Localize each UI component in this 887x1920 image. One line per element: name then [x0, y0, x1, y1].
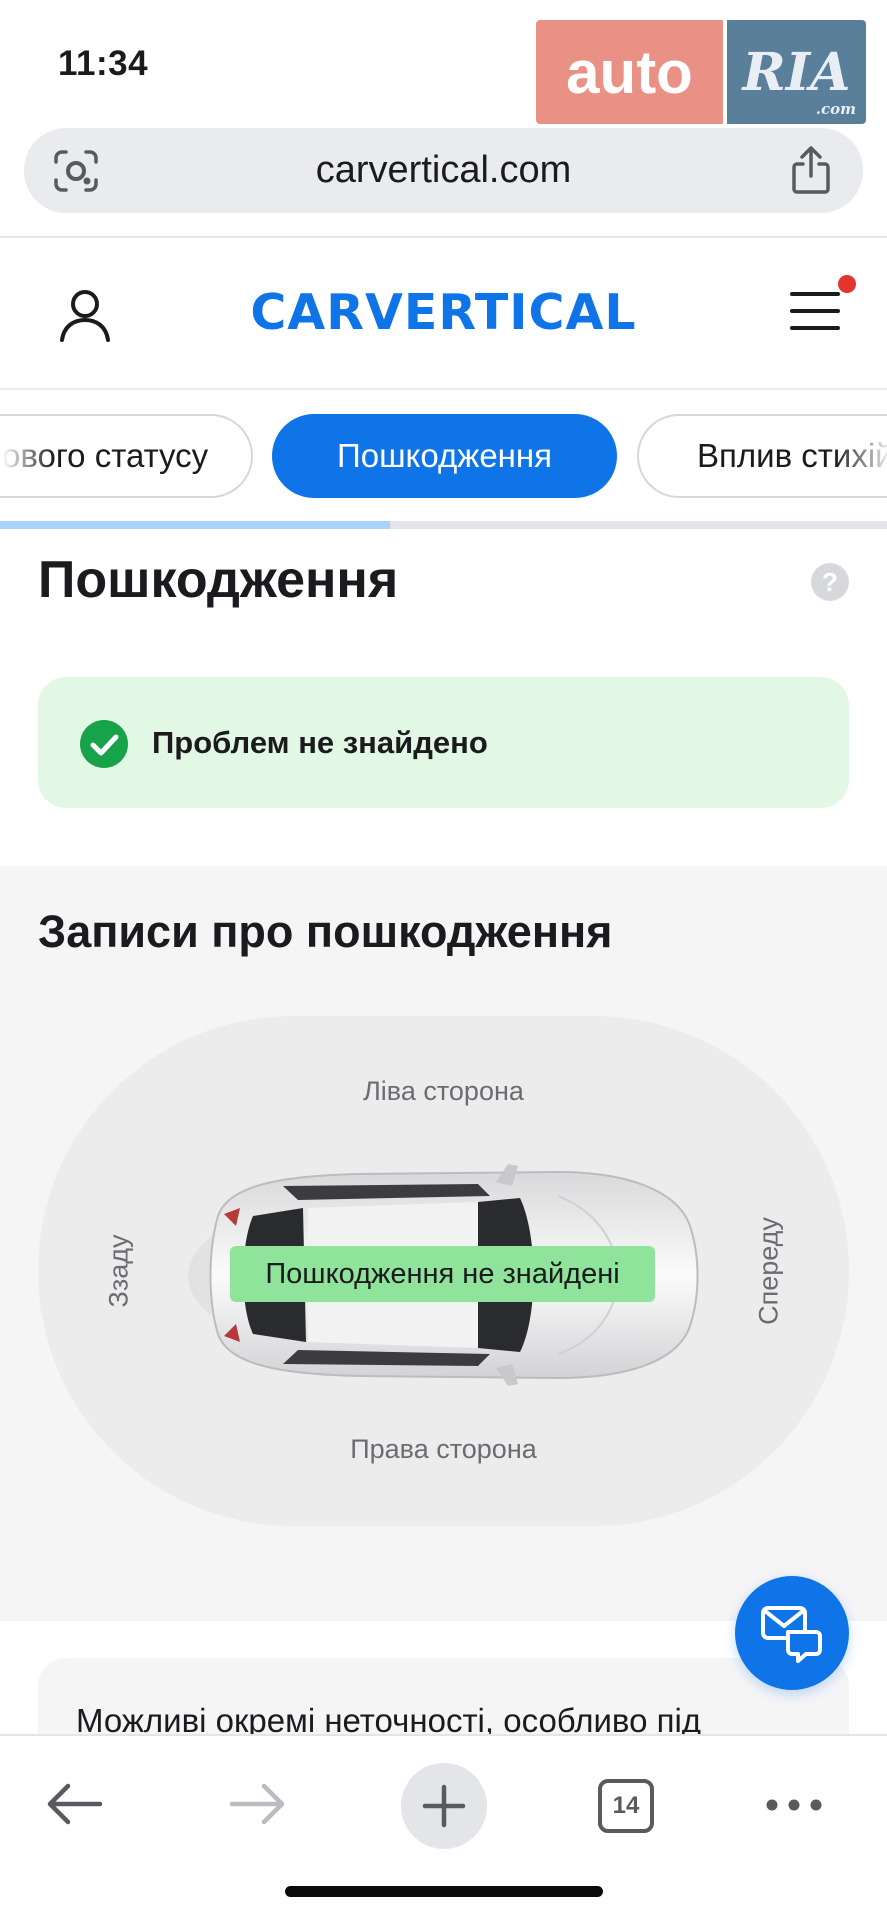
browser-address-bar[interactable]: carvertical.com [24, 128, 863, 213]
tab-previous[interactable]: ового статусу [0, 414, 253, 498]
tab-switcher-button[interactable]: 14 [598, 1779, 654, 1833]
new-tab-button[interactable] [401, 1763, 487, 1849]
tab-natural-disasters[interactable]: Вплив стихій [637, 414, 887, 498]
car-diagram: Ліва сторона Права сторона Ззаду Спереду [38, 1016, 849, 1526]
status-text: Проблем не знайдено [152, 725, 488, 760]
no-damage-badge: Пошкодження не знайдені [230, 1246, 655, 1302]
back-arrow-icon[interactable] [44, 1782, 104, 1826]
tab-label: Пошкодження [337, 437, 552, 474]
watermark-suffix: .com [815, 100, 856, 118]
plus-icon [422, 1784, 466, 1828]
site-header: CARVERTICAL [0, 238, 887, 388]
tab-label: ового статусу [2, 437, 209, 474]
home-indicator [285, 1886, 603, 1897]
browser-toolbar: 14 [0, 1734, 887, 1920]
help-icon[interactable]: ? [811, 563, 849, 601]
right-side-label: Права сторона [350, 1434, 537, 1464]
status-card: Проблем не знайдено [38, 677, 849, 808]
share-icon[interactable] [789, 146, 833, 194]
rear-label: Ззаду [103, 1234, 134, 1308]
check-circle-icon [80, 720, 128, 768]
forward-arrow-icon[interactable] [228, 1782, 288, 1826]
brand-logo[interactable]: CARVERTICAL [0, 284, 887, 341]
watermark-ria: RIA .com [727, 20, 866, 124]
left-side-label: Ліва сторона [363, 1076, 524, 1106]
watermark-logo: auto RIA .com [536, 20, 866, 124]
watermark-ria-text: RIA [742, 41, 851, 103]
hamburger-menu-icon[interactable] [790, 288, 840, 334]
url-text[interactable]: carvertical.com [24, 149, 863, 192]
report-progress-bar [0, 521, 887, 529]
progress-fill [0, 521, 391, 529]
divider [0, 388, 887, 390]
front-label: Спереду [753, 1217, 784, 1325]
more-dots-icon[interactable] [764, 1792, 824, 1818]
page-title: Пошкодження [38, 551, 399, 609]
watermark-auto: auto [536, 20, 723, 124]
chat-mail-icon [761, 1606, 822, 1663]
section-tabs: ового статусу Пошкодження Вплив стихій [0, 410, 887, 502]
status-time: 11:34 [58, 44, 149, 83]
records-title: Записи про пошкодження [38, 906, 613, 957]
notification-dot [838, 275, 856, 293]
damage-records-section: Записи про пошкодження Ліва сторона Прав… [0, 866, 887, 1621]
tab-damage[interactable]: Пошкодження [272, 414, 617, 498]
tab-label: Вплив стихій [697, 437, 887, 474]
chat-button[interactable] [735, 1576, 849, 1690]
